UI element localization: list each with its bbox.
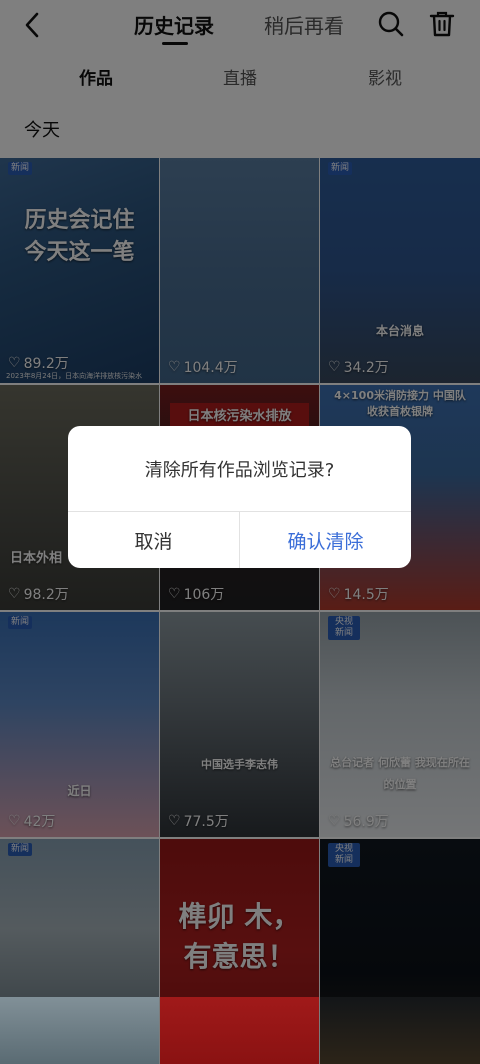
cancel-button[interactable]: 取消 — [68, 512, 239, 568]
confirm-clear-button[interactable]: 确认清除 — [240, 512, 411, 568]
clear-history-dialog: 清除所有作品浏览记录? 取消 确认清除 — [68, 426, 411, 568]
dialog-message: 清除所有作品浏览记录? — [144, 460, 335, 481]
